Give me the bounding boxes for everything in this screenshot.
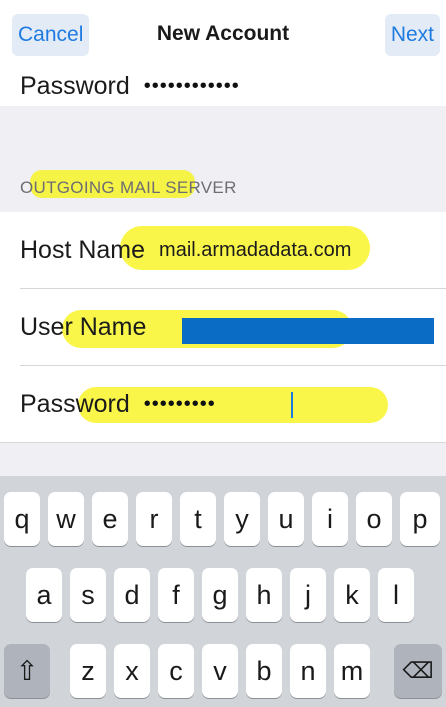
delete-key[interactable]: ⌫ [394,644,442,698]
incoming-password-row[interactable]: Password •••••••••••• [0,66,446,106]
outgoing-section-header: OUTGOING MAIL SERVER [20,178,237,197]
key-d[interactable]: d [114,568,150,622]
key-o[interactable]: o [356,492,392,546]
key-t[interactable]: t [180,492,216,546]
key-f[interactable]: f [158,568,194,622]
key-p[interactable]: p [400,492,440,546]
key-l[interactable]: l [378,568,414,622]
outgoing-password-row[interactable]: Password ••••••••• [0,366,446,442]
key-h[interactable]: h [246,568,282,622]
key-y[interactable]: y [224,492,260,546]
user-name-label: User Name [20,312,147,341]
key-z[interactable]: z [70,644,106,698]
key-m[interactable]: m [334,644,370,698]
form-bottom-spacer [0,443,446,476]
key-r[interactable]: r [136,492,172,546]
key-e[interactable]: e [92,492,128,546]
navigation-bar: Cancel New Account Next [0,0,446,66]
keyboard: q w e r t y u i o p a s d f g h j k l ⇧ … [0,476,446,707]
key-q[interactable]: q [4,492,40,546]
key-j[interactable]: j [290,568,326,622]
outgoing-password-label: Password [20,389,130,418]
shift-key[interactable]: ⇧ [4,644,50,698]
incoming-password-field[interactable]: •••••••••••• [144,75,240,98]
key-i[interactable]: i [312,492,348,546]
incoming-password-label: Password [20,71,130,100]
host-name-label: Host Name [20,235,146,264]
key-n[interactable]: n [290,644,326,698]
key-x[interactable]: x [114,644,150,698]
outgoing-password-field[interactable]: ••••••••• [144,393,216,416]
key-v[interactable]: v [202,644,238,698]
key-b[interactable]: b [246,644,282,698]
host-name-content[interactable]: Host Name mail.armadadata.com [0,212,446,288]
host-name-field[interactable]: mail.armadadata.com [159,239,351,262]
key-w[interactable]: w [48,492,84,546]
redacted-user-name-field[interactable] [182,318,434,344]
key-c[interactable]: c [158,644,194,698]
next-button[interactable]: Next [384,14,440,56]
key-a[interactable]: a [26,568,62,622]
page-title: New Account [156,22,290,45]
key-k[interactable]: k [334,568,370,622]
key-s[interactable]: s [70,568,106,622]
key-u[interactable]: u [268,492,304,546]
key-g[interactable]: g [202,568,238,622]
text-cursor [291,392,293,418]
